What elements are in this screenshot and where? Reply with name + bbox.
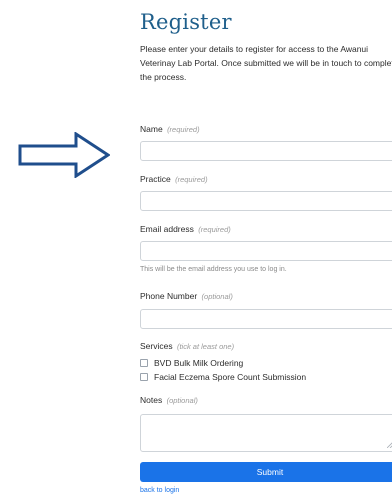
email-label: Email address (required)	[140, 224, 231, 234]
resize-handle-icon[interactable]	[387, 442, 392, 448]
notes-hint: (optional)	[166, 396, 198, 405]
service-option-facial-eczema[interactable]: Facial Eczema Spore Count Submission	[140, 372, 306, 382]
practice-field[interactable]	[140, 191, 392, 211]
back-to-login-link[interactable]: back to login	[140, 487, 179, 494]
register-page: Register Please enter your details to re…	[0, 0, 392, 496]
practice-hint: (required)	[175, 175, 208, 184]
right-arrow-icon	[18, 132, 110, 178]
checkbox[interactable]	[140, 373, 148, 381]
services-hint: (tick at least one)	[176, 342, 235, 351]
name-field[interactable]	[140, 141, 392, 161]
email-field[interactable]	[140, 241, 392, 261]
phone-label: Phone Number (optional)	[140, 291, 233, 301]
submit-button[interactable]: Submit	[140, 462, 392, 482]
checkbox[interactable]	[140, 359, 148, 367]
notes-textarea[interactable]	[140, 414, 392, 452]
email-helper-text: This will be the email address you use t…	[140, 266, 287, 273]
services-label: Services (tick at least one)	[140, 341, 235, 351]
notes-label: Notes (optional)	[140, 395, 198, 405]
phone-hint: (optional)	[201, 292, 233, 301]
phone-field[interactable]	[140, 309, 392, 329]
name-hint: (required)	[167, 125, 200, 134]
email-hint: (required)	[198, 225, 231, 234]
service-option-bvd[interactable]: BVD Bulk Milk Ordering	[140, 358, 243, 368]
name-label: Name (required)	[140, 124, 200, 134]
practice-label: Practice (required)	[140, 174, 208, 184]
page-title: Register	[140, 10, 232, 34]
intro-text: Please enter your details to register fo…	[140, 44, 392, 82]
